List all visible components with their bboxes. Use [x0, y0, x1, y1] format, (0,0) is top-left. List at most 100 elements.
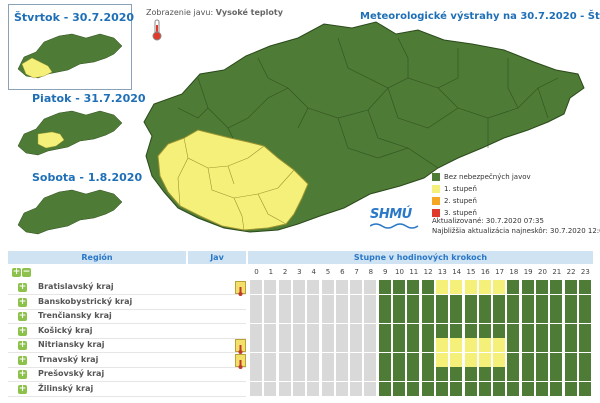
hour-cell [478, 367, 491, 381]
table-row[interactable]: + Bratislavský kraj [8, 280, 593, 296]
table-row[interactable]: + Banskobystrický kraj [8, 294, 593, 310]
hour-cell [364, 309, 377, 323]
hour-label: 2 [282, 268, 288, 276]
hour-cell [536, 367, 548, 381]
hour-cell [307, 323, 320, 338]
collapse-all-button[interactable]: − [22, 268, 31, 277]
hour-cell [393, 367, 405, 381]
expand-row-button[interactable]: + [18, 341, 27, 350]
region-name[interactable]: Banskobystrický kraj [38, 297, 132, 306]
table-row[interactable]: + Prešovský kraj [8, 367, 593, 382]
expand-row-button[interactable]: + [18, 384, 27, 394]
hour-cell [478, 294, 491, 309]
hour-cell [464, 352, 477, 367]
thermometer-icon[interactable] [235, 353, 246, 369]
thumbnail-title-thursday[interactable]: Štvrtok - 30.7.2020 [14, 11, 134, 24]
hour-cell [350, 352, 363, 367]
hour-cell [478, 381, 491, 396]
next-update: Najbližšia aktualizácia najneskôr: 30.7.… [432, 227, 600, 235]
hour-cell [564, 280, 577, 294]
hour-cell [536, 323, 548, 338]
region-name[interactable]: Žilinský kraj [38, 384, 93, 393]
hour-cell [335, 338, 348, 352]
hour-cell [493, 352, 506, 367]
legend-item: 2. stupeň [432, 195, 531, 207]
expand-all-button[interactable]: + [12, 268, 21, 277]
hour-cell [364, 323, 377, 338]
table-row[interactable]: + Košický kraj [8, 323, 593, 339]
header-hours: Stupne v hodinových krokoch [248, 251, 593, 264]
hour-cell [507, 309, 520, 323]
hour-cell [493, 367, 506, 381]
header-jav[interactable]: Jav [188, 251, 246, 264]
expand-row-button[interactable]: + [18, 283, 27, 292]
hour-cell [350, 367, 363, 381]
hour-cell [550, 367, 563, 381]
expand-row-button[interactable]: + [18, 355, 27, 365]
thumbnail-map-saturday[interactable] [14, 183, 124, 241]
region-name[interactable]: Bratislavský kraj [38, 282, 114, 291]
hour-cell [292, 323, 305, 338]
shmu-logo[interactable]: SHMÚ [370, 207, 412, 222]
hour-cell [278, 309, 291, 323]
thumbnail-map-thursday[interactable] [14, 24, 124, 84]
hour-cell [536, 352, 548, 367]
region-cell: + Bratislavský kraj [8, 280, 246, 296]
expand-row-button[interactable]: + [18, 312, 27, 321]
expand-row-button[interactable]: + [18, 326, 27, 336]
hour-cell [550, 309, 563, 323]
hour-cell [321, 381, 334, 396]
hour-label: 5 [325, 268, 331, 276]
hour-cell [521, 323, 534, 338]
expand-row-button[interactable]: + [18, 297, 27, 307]
hour-cell [536, 309, 548, 323]
hour-label: 13 [437, 268, 447, 276]
table-row[interactable]: + Žilinský kraj [8, 381, 593, 397]
table-row[interactable]: + Trnavský kraj [8, 352, 593, 369]
hour-cell [335, 352, 348, 367]
hour-cell [278, 280, 291, 294]
region-name[interactable]: Nitriansky kraj [38, 340, 105, 349]
region-name[interactable]: Trenčiansky kraj [38, 311, 112, 320]
expand-row-button[interactable]: + [18, 370, 27, 379]
hour-label: 11 [409, 268, 419, 276]
hour-label: 10 [395, 268, 404, 276]
hour-cell [321, 280, 334, 294]
hour-cell [550, 338, 563, 352]
region-name[interactable]: Košický kraj [38, 326, 93, 335]
hour-label: 18 [509, 268, 519, 276]
hour-cell [550, 280, 563, 294]
thumbnail-map-friday[interactable] [14, 104, 124, 162]
hour-cell [521, 381, 534, 396]
region-cell: + Nitriansky kraj [8, 338, 246, 354]
hour-cell [364, 338, 377, 352]
table-row[interactable]: + Trenčiansky kraj [8, 309, 593, 324]
hour-cell [564, 381, 577, 396]
hour-cell [278, 352, 291, 367]
hours-row: + − 0 1 2 3 4 5 6 7 8 9 10 11 12 13 14 15 16 17 18 19 20 21 22… [8, 265, 593, 280]
hour-cell [421, 381, 434, 396]
header-region[interactable]: Región [8, 251, 186, 264]
legend-item: Bez nebezpečných javov [432, 171, 531, 183]
table-row[interactable]: + Nitriansky kraj [8, 338, 593, 354]
region-name[interactable]: Prešovský kraj [38, 369, 104, 378]
legend-item: 1. stupeň [432, 183, 531, 195]
hour-cell [421, 352, 434, 367]
hour-label: 21 [552, 268, 562, 276]
hour-cell [321, 309, 334, 323]
hour-label: 16 [480, 268, 490, 276]
hour-cell [536, 381, 548, 396]
hour-cell [435, 323, 448, 338]
region-name[interactable]: Trnavský kraj [38, 355, 98, 364]
thermometer-icon[interactable] [235, 339, 246, 354]
hour-cell [378, 367, 391, 381]
hour-cell [421, 294, 434, 309]
hour-cell [393, 352, 405, 367]
hour-cell [264, 352, 277, 367]
thermometer-icon[interactable] [235, 281, 246, 296]
hour-cell [378, 381, 391, 396]
hour-cell [335, 381, 348, 396]
phenomenon-value[interactable]: Vysoké teploty [216, 8, 283, 17]
hour-cell [464, 367, 477, 381]
hour-cell [521, 367, 534, 381]
